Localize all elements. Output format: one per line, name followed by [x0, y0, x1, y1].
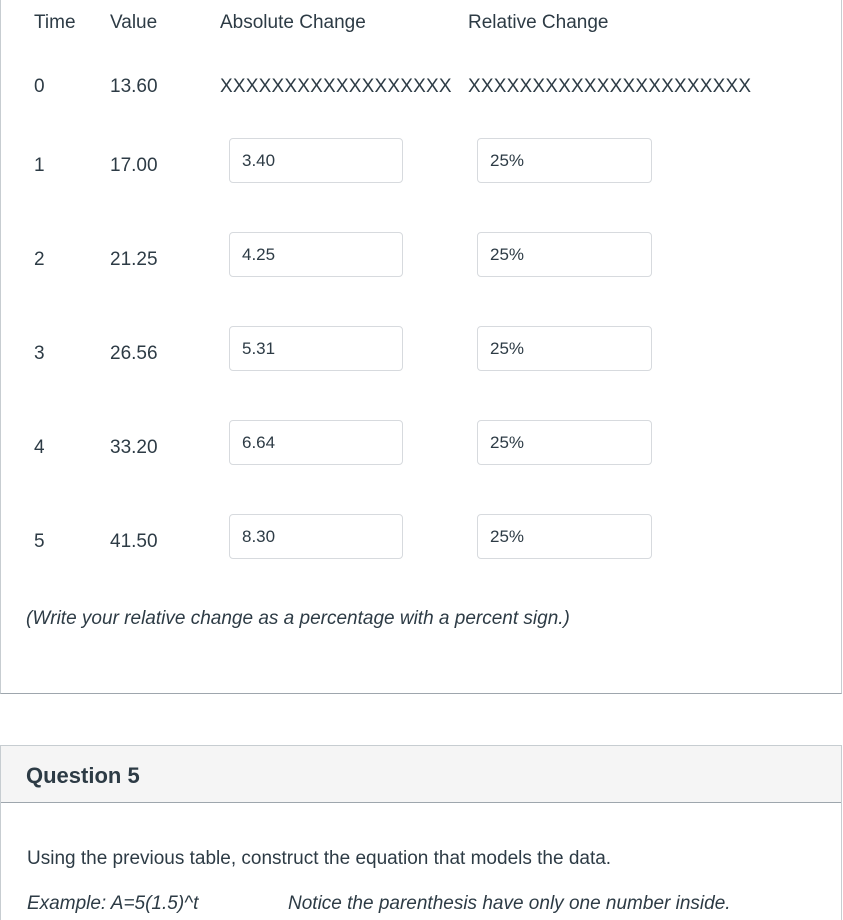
absolute-change-input-row-4[interactable] [229, 420, 403, 465]
question-5-example: Example: A=5(1.5)^t [27, 893, 199, 914]
table-row: 26.56 [110, 343, 158, 364]
column-header-time: Time [34, 12, 76, 33]
table-row: 21.25 [110, 249, 158, 270]
change-table: Time Value Absolute Change Relative Chan… [1, 0, 843, 596]
table-row: 13.60 [110, 76, 158, 97]
absolute-change-input-row-3[interactable] [229, 326, 403, 371]
table-row: 3 [34, 343, 45, 364]
table-row: 0 [34, 76, 45, 97]
table-row: 17.00 [110, 155, 158, 176]
question-5-header: Question 5 [1, 745, 841, 803]
relative-change-input-row-5[interactable] [477, 514, 652, 559]
column-header-absolute-change: Absolute Change [220, 12, 366, 33]
column-header-value: Value [110, 12, 158, 33]
column-header-relative-change: Relative Change [468, 12, 609, 33]
relative-change-input-row-4[interactable] [477, 420, 652, 465]
question-5-card: Question 5 Using the previous table, con… [0, 745, 842, 920]
table-row: 41.50 [110, 531, 158, 552]
relative-change-input-row-1[interactable] [477, 138, 652, 183]
question-5-body: Using the previous table, construct the … [1, 803, 841, 920]
relative-change-instruction: (Write your relative change as a percent… [26, 608, 570, 629]
question-5-prompt: Using the previous table, construct the … [27, 848, 612, 869]
question-5-hint: Notice the parenthesis have only one num… [288, 893, 731, 914]
table-row: 4 [34, 437, 45, 458]
table-row: 2 [34, 249, 45, 270]
absolute-change-input-row-1[interactable] [229, 138, 403, 183]
absolute-change-filler: XXXXXXXXXXXXXXXXXX [220, 76, 452, 97]
relative-change-input-row-2[interactable] [477, 232, 652, 277]
page-title: Question 5 [26, 763, 140, 788]
absolute-change-input-row-2[interactable] [229, 232, 403, 277]
absolute-change-input-row-5[interactable] [229, 514, 403, 559]
question-table-block: Time Value Absolute Change Relative Chan… [0, 0, 842, 694]
relative-change-input-row-3[interactable] [477, 326, 652, 371]
table-row: 1 [34, 155, 45, 176]
table-row: 33.20 [110, 437, 158, 458]
table-row: 5 [34, 531, 45, 552]
relative-change-filler: XXXXXXXXXXXXXXXXXXXXXX [468, 76, 752, 97]
